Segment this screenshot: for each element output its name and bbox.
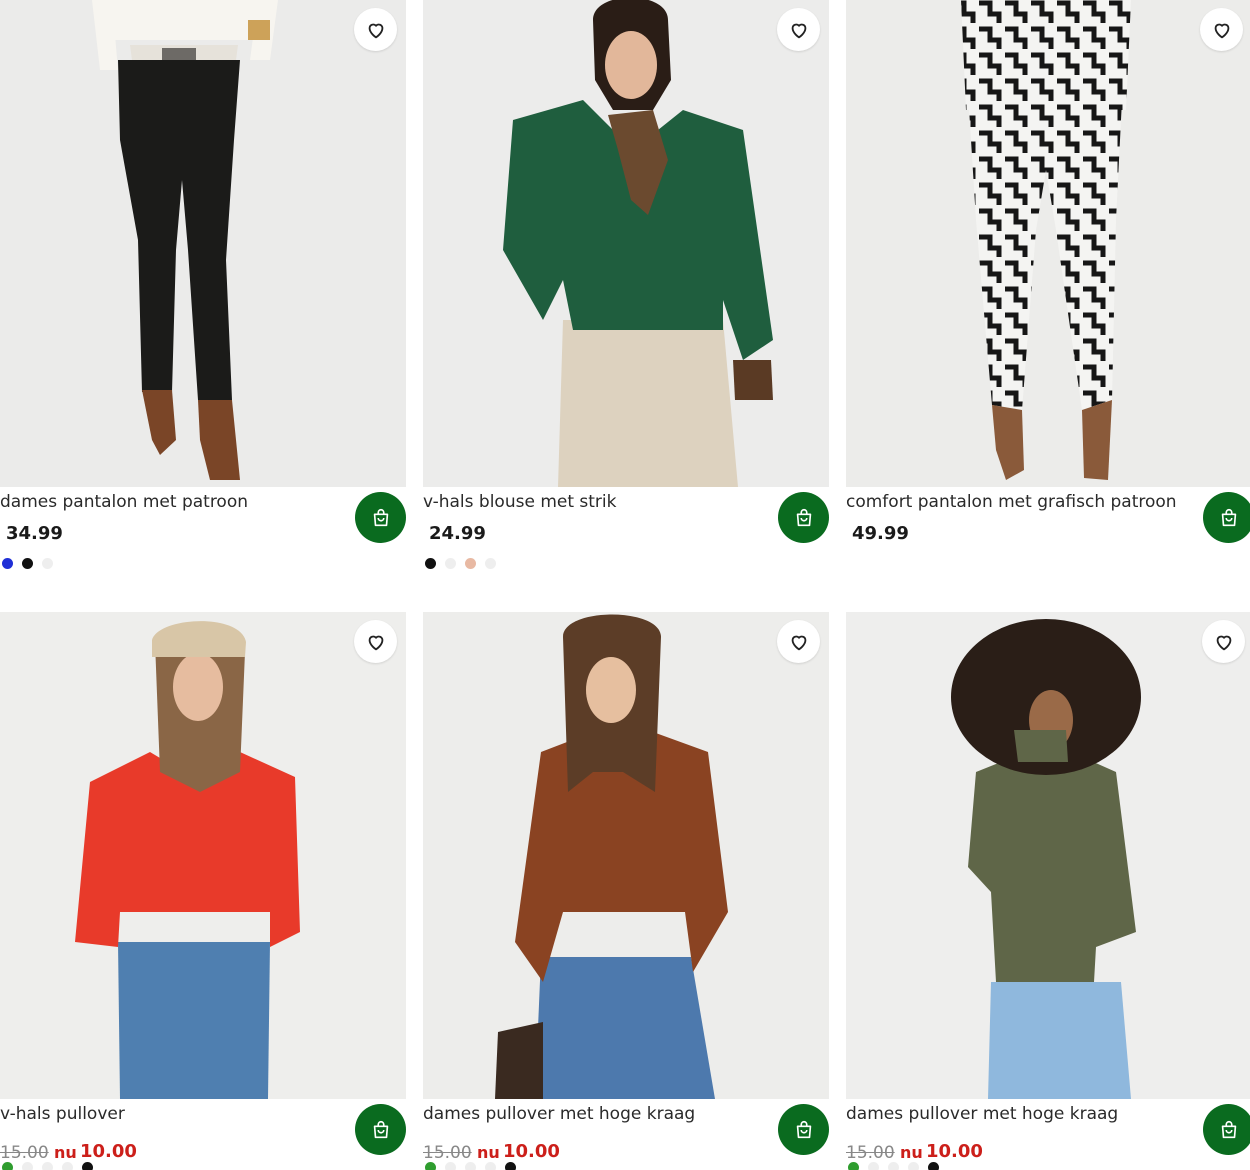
sale-label: nu xyxy=(477,1143,500,1162)
product-card[interactable]: v-hals blouse met strik 24.99 xyxy=(423,0,829,580)
sale-label: nu xyxy=(54,1143,77,1162)
color-swatch[interactable] xyxy=(42,558,53,569)
favorite-button[interactable] xyxy=(777,8,820,51)
add-to-cart-button[interactable] xyxy=(778,492,829,543)
sale-label: nu xyxy=(900,1143,923,1162)
color-swatch[interactable] xyxy=(928,1162,939,1170)
model-figure xyxy=(846,0,1250,487)
color-swatch[interactable] xyxy=(42,1162,53,1170)
product-image[interactable] xyxy=(846,612,1250,1099)
color-swatch[interactable] xyxy=(505,1162,516,1170)
product-name[interactable]: dames pullover met hoge kraag xyxy=(846,1104,1118,1124)
add-to-cart-button[interactable] xyxy=(1203,1104,1250,1155)
sale-price: 10.00 xyxy=(503,1141,560,1162)
color-swatch[interactable] xyxy=(22,558,33,569)
original-price: 15.00 xyxy=(0,1143,49,1163)
favorite-button[interactable] xyxy=(1202,620,1245,663)
heart-icon xyxy=(368,635,383,650)
shopping-bag-icon xyxy=(373,508,388,526)
heart-icon xyxy=(791,635,806,650)
model-figure xyxy=(423,0,829,487)
sale-price: 10.00 xyxy=(80,1141,137,1162)
product-price: 49.99 xyxy=(852,523,909,544)
product-image[interactable] xyxy=(846,0,1250,487)
color-swatch[interactable] xyxy=(2,1162,13,1170)
heart-icon xyxy=(368,23,383,38)
color-swatch[interactable] xyxy=(22,1162,33,1170)
product-name[interactable]: v-hals pullover xyxy=(0,1104,125,1124)
color-swatch[interactable] xyxy=(62,1162,73,1170)
shopping-bag-icon xyxy=(373,1120,388,1138)
add-to-cart-button[interactable] xyxy=(1203,492,1250,543)
product-grid: dames pantalon met patroon 34.99 v-hals … xyxy=(0,0,1250,1170)
product-card[interactable]: dames pantalon met patroon 34.99 xyxy=(0,0,406,580)
original-price: 15.00 xyxy=(846,1143,895,1163)
color-swatch[interactable] xyxy=(445,558,456,569)
color-swatches xyxy=(2,1162,93,1170)
color-swatch[interactable] xyxy=(465,1162,476,1170)
color-swatch[interactable] xyxy=(445,1162,456,1170)
color-swatches xyxy=(2,558,53,569)
product-card[interactable]: comfort pantalon met grafisch patroon 49… xyxy=(846,0,1250,580)
color-swatch[interactable] xyxy=(908,1162,919,1170)
product-image[interactable] xyxy=(0,612,406,1099)
color-swatch[interactable] xyxy=(2,558,13,569)
add-to-cart-button[interactable] xyxy=(778,1104,829,1155)
sale-price: 10.00 xyxy=(926,1141,983,1162)
color-swatch[interactable] xyxy=(465,558,476,569)
heart-icon xyxy=(1214,23,1229,38)
color-swatches xyxy=(425,558,496,569)
model-figure xyxy=(0,0,406,487)
color-swatch[interactable] xyxy=(485,558,496,569)
product-name[interactable]: v-hals blouse met strik xyxy=(423,492,617,512)
color-swatch[interactable] xyxy=(425,1162,436,1170)
shopping-bag-icon xyxy=(796,1120,811,1138)
product-card[interactable]: v-hals pullover 15.00 nu 10.00 xyxy=(0,612,406,1170)
product-price: 34.99 xyxy=(6,523,63,544)
product-name[interactable]: dames pullover met hoge kraag xyxy=(423,1104,695,1124)
shopping-bag-icon xyxy=(1221,1120,1236,1138)
product-image[interactable] xyxy=(0,0,406,487)
favorite-button[interactable] xyxy=(354,8,397,51)
product-name[interactable]: comfort pantalon met grafisch patroon xyxy=(846,492,1177,512)
color-swatch[interactable] xyxy=(82,1162,93,1170)
shopping-bag-icon xyxy=(796,508,811,526)
model-figure xyxy=(423,612,829,1099)
product-card[interactable]: dames pullover met hoge kraag 15.00 nu 1… xyxy=(423,612,829,1170)
add-to-cart-button[interactable] xyxy=(355,1104,406,1155)
color-swatch[interactable] xyxy=(485,1162,496,1170)
product-card[interactable]: dames pullover met hoge kraag 15.00 nu 1… xyxy=(846,612,1250,1170)
add-to-cart-button[interactable] xyxy=(355,492,406,543)
model-figure xyxy=(0,612,406,1099)
color-swatch[interactable] xyxy=(848,1162,859,1170)
favorite-button[interactable] xyxy=(1200,8,1243,51)
color-swatches xyxy=(848,1162,939,1170)
model-figure xyxy=(846,612,1250,1099)
color-swatch[interactable] xyxy=(425,558,436,569)
product-image[interactable] xyxy=(423,0,829,487)
product-price: 24.99 xyxy=(429,523,486,544)
original-price: 15.00 xyxy=(423,1143,472,1163)
favorite-button[interactable] xyxy=(777,620,820,663)
product-image[interactable] xyxy=(423,612,829,1099)
product-name[interactable]: dames pantalon met patroon xyxy=(0,492,248,512)
color-swatches xyxy=(425,1162,516,1170)
color-swatch[interactable] xyxy=(888,1162,899,1170)
favorite-button[interactable] xyxy=(354,620,397,663)
color-swatch[interactable] xyxy=(868,1162,879,1170)
heart-icon xyxy=(1216,635,1231,650)
shopping-bag-icon xyxy=(1221,508,1236,526)
heart-icon xyxy=(791,23,806,38)
